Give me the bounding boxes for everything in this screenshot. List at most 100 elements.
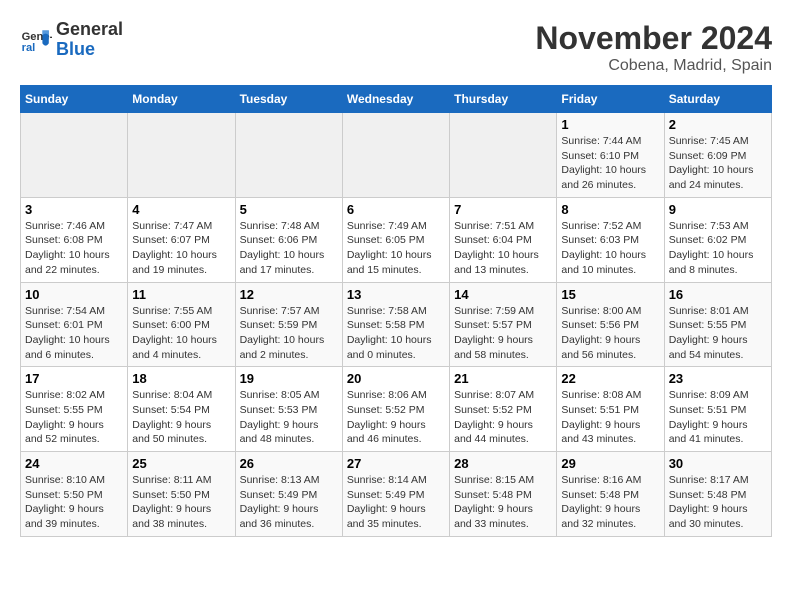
day-info: Sunrise: 8:09 AM Sunset: 5:51 PM Dayligh… (669, 388, 767, 447)
logo-line1: General (56, 20, 123, 40)
day-info: Sunrise: 8:15 AM Sunset: 5:48 PM Dayligh… (454, 473, 552, 532)
day-number: 17 (25, 371, 123, 386)
calendar-cell: 12 Sunrise: 7:57 AM Sunset: 5:59 PM Dayli… (235, 282, 342, 367)
calendar-cell: 7Sunrise: 7:51 AM Sunset: 6:04 PM Daylig… (450, 197, 557, 282)
day-number: 13 (347, 287, 445, 302)
week-row-4: 17 Sunrise: 8:02 AM Sunset: 5:55 PM Dayli… (21, 367, 772, 452)
day-info: Sunrise: 7:46 AM Sunset: 6:08 PM Dayligh… (25, 219, 123, 278)
day-number: 10 (25, 287, 123, 302)
calendar-cell (342, 113, 449, 198)
day-info: Sunrise: 7:52 AM Sunset: 6:03 PM Dayligh… (561, 219, 659, 278)
day-info: Sunrise: 8:11 AM Sunset: 5:50 PM Dayligh… (132, 473, 230, 532)
calendar-cell: 2Sunrise: 7:45 AM Sunset: 6:09 PM Daylig… (664, 113, 771, 198)
week-row-1: 1 Sunrise: 7:44 AM Sunset: 6:10 PM Daylig… (21, 113, 772, 198)
calendar-header: SundayMondayTuesdayWednesdayThursdayFrid… (21, 86, 772, 113)
day-number: 3 (25, 202, 123, 217)
day-number: 8 (561, 202, 659, 217)
header-cell-monday: Monday (128, 86, 235, 113)
day-number: 16 (669, 287, 767, 302)
calendar-cell: 28 Sunrise: 8:15 AM Sunset: 5:48 PM Dayli… (450, 452, 557, 537)
day-number: 11 (132, 287, 230, 302)
location: Cobena, Madrid, Spain (535, 57, 772, 75)
calendar-cell: 10 Sunrise: 7:54 AM Sunset: 6:01 PM Dayli… (21, 282, 128, 367)
calendar-cell: 18 Sunrise: 8:04 AM Sunset: 5:54 PM Dayli… (128, 367, 235, 452)
week-row-5: 24 Sunrise: 8:10 AM Sunset: 5:50 PM Dayli… (21, 452, 772, 537)
day-info: Sunrise: 8:08 AM Sunset: 5:51 PM Dayligh… (561, 388, 659, 447)
day-number: 27 (347, 456, 445, 471)
day-number: 25 (132, 456, 230, 471)
calendar-cell: 26Sunrise: 8:13 AM Sunset: 5:49 PM Dayli… (235, 452, 342, 537)
day-number: 22 (561, 371, 659, 386)
day-info: Sunrise: 8:01 AM Sunset: 5:55 PM Dayligh… (669, 304, 767, 363)
header-row: SundayMondayTuesdayWednesdayThursdayFrid… (21, 86, 772, 113)
calendar-cell: 6Sunrise: 7:49 AM Sunset: 6:05 PM Daylig… (342, 197, 449, 282)
calendar-cell (235, 113, 342, 198)
day-number: 21 (454, 371, 552, 386)
day-number: 19 (240, 371, 338, 386)
calendar-cell: 5 Sunrise: 7:48 AM Sunset: 6:06 PM Daylig… (235, 197, 342, 282)
logo: Gene- ral General Blue (20, 20, 123, 60)
day-info: Sunrise: 8:04 AM Sunset: 5:54 PM Dayligh… (132, 388, 230, 447)
calendar-body: 1 Sunrise: 7:44 AM Sunset: 6:10 PM Daylig… (21, 113, 772, 537)
day-info: Sunrise: 7:59 AM Sunset: 5:57 PM Dayligh… (454, 304, 552, 363)
day-number: 12 (240, 287, 338, 302)
calendar-cell: 11Sunrise: 7:55 AM Sunset: 6:00 PM Dayli… (128, 282, 235, 367)
day-number: 23 (669, 371, 767, 386)
day-info: Sunrise: 7:54 AM Sunset: 6:01 PM Dayligh… (25, 304, 123, 363)
day-info: Sunrise: 7:44 AM Sunset: 6:10 PM Dayligh… (561, 134, 659, 193)
calendar-cell: 13Sunrise: 7:58 AM Sunset: 5:58 PM Dayli… (342, 282, 449, 367)
calendar-cell: 1 Sunrise: 7:44 AM Sunset: 6:10 PM Daylig… (557, 113, 664, 198)
calendar-cell: 14 Sunrise: 7:59 AM Sunset: 5:57 PM Dayli… (450, 282, 557, 367)
week-row-3: 10 Sunrise: 7:54 AM Sunset: 6:01 PM Dayli… (21, 282, 772, 367)
header-cell-tuesday: Tuesday (235, 86, 342, 113)
day-number: 1 (561, 117, 659, 132)
month-title: November 2024 (535, 20, 772, 57)
day-info: Sunrise: 8:10 AM Sunset: 5:50 PM Dayligh… (25, 473, 123, 532)
day-info: Sunrise: 8:02 AM Sunset: 5:55 PM Dayligh… (25, 388, 123, 447)
day-number: 9 (669, 202, 767, 217)
logo-line2: Blue (56, 39, 95, 59)
day-number: 28 (454, 456, 552, 471)
day-number: 20 (347, 371, 445, 386)
day-number: 4 (132, 202, 230, 217)
day-info: Sunrise: 7:57 AM Sunset: 5:59 PM Dayligh… (240, 304, 338, 363)
logo-text: General Blue (56, 20, 123, 60)
day-number: 29 (561, 456, 659, 471)
day-number: 7 (454, 202, 552, 217)
day-number: 2 (669, 117, 767, 132)
calendar-cell: 9Sunrise: 7:53 AM Sunset: 6:02 PM Daylig… (664, 197, 771, 282)
calendar-cell: 8 Sunrise: 7:52 AM Sunset: 6:03 PM Daylig… (557, 197, 664, 282)
header-cell-sunday: Sunday (21, 86, 128, 113)
calendar-cell (128, 113, 235, 198)
calendar-cell: 29 Sunrise: 8:16 AM Sunset: 5:48 PM Dayli… (557, 452, 664, 537)
page-header: Gene- ral General Blue November 2024 Cob… (20, 20, 772, 75)
calendar-cell: 24 Sunrise: 8:10 AM Sunset: 5:50 PM Dayli… (21, 452, 128, 537)
day-number: 30 (669, 456, 767, 471)
calendar-cell: 17 Sunrise: 8:02 AM Sunset: 5:55 PM Dayli… (21, 367, 128, 452)
header-cell-saturday: Saturday (664, 86, 771, 113)
logo-icon: Gene- ral (20, 24, 52, 56)
day-info: Sunrise: 7:47 AM Sunset: 6:07 PM Dayligh… (132, 219, 230, 278)
day-number: 18 (132, 371, 230, 386)
calendar-cell (21, 113, 128, 198)
day-info: Sunrise: 7:48 AM Sunset: 6:06 PM Dayligh… (240, 219, 338, 278)
title-block: November 2024 Cobena, Madrid, Spain (535, 20, 772, 75)
calendar-cell: 20Sunrise: 8:06 AM Sunset: 5:52 PM Dayli… (342, 367, 449, 452)
calendar-cell: 22 Sunrise: 8:08 AM Sunset: 5:51 PM Dayli… (557, 367, 664, 452)
day-number: 15 (561, 287, 659, 302)
day-number: 5 (240, 202, 338, 217)
calendar-cell: 25 Sunrise: 8:11 AM Sunset: 5:50 PM Dayli… (128, 452, 235, 537)
header-cell-friday: Friday (557, 86, 664, 113)
calendar-cell: 16 Sunrise: 8:01 AM Sunset: 5:55 PM Dayli… (664, 282, 771, 367)
calendar-table: SundayMondayTuesdayWednesdayThursdayFrid… (20, 85, 772, 537)
day-info: Sunrise: 7:49 AM Sunset: 6:05 PM Dayligh… (347, 219, 445, 278)
calendar-cell: 15 Sunrise: 8:00 AM Sunset: 5:56 PM Dayli… (557, 282, 664, 367)
calendar-cell: 27Sunrise: 8:14 AM Sunset: 5:49 PM Dayli… (342, 452, 449, 537)
day-info: Sunrise: 8:16 AM Sunset: 5:48 PM Dayligh… (561, 473, 659, 532)
day-number: 14 (454, 287, 552, 302)
day-info: Sunrise: 8:00 AM Sunset: 5:56 PM Dayligh… (561, 304, 659, 363)
calendar-cell: 4 Sunrise: 7:47 AM Sunset: 6:07 PM Daylig… (128, 197, 235, 282)
day-number: 24 (25, 456, 123, 471)
calendar-cell: 23 Sunrise: 8:09 AM Sunset: 5:51 PM Dayli… (664, 367, 771, 452)
day-number: 26 (240, 456, 338, 471)
